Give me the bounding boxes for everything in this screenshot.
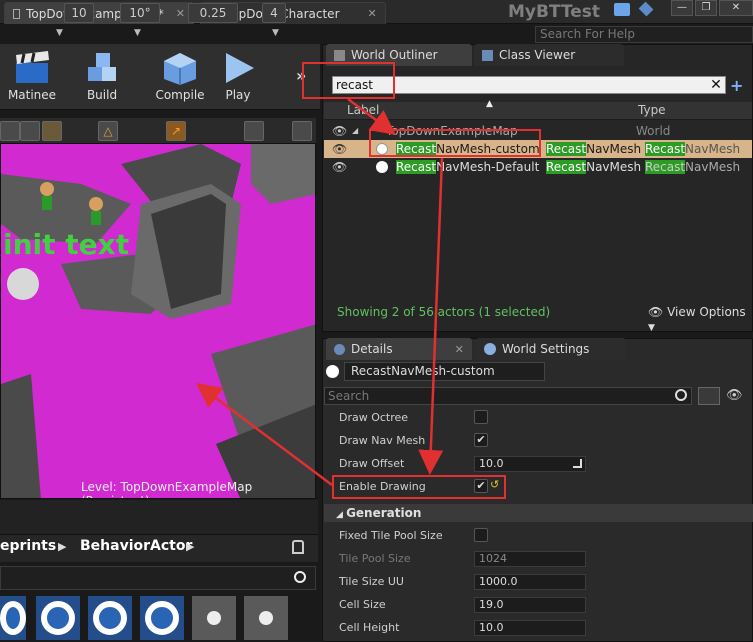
arrow-search-to-row: [347, 98, 396, 135]
annotation-arrows: [196, 98, 444, 486]
arrow-enable-to-viewport: [196, 383, 333, 486]
arrow-row-to-enable: [418, 157, 444, 475]
